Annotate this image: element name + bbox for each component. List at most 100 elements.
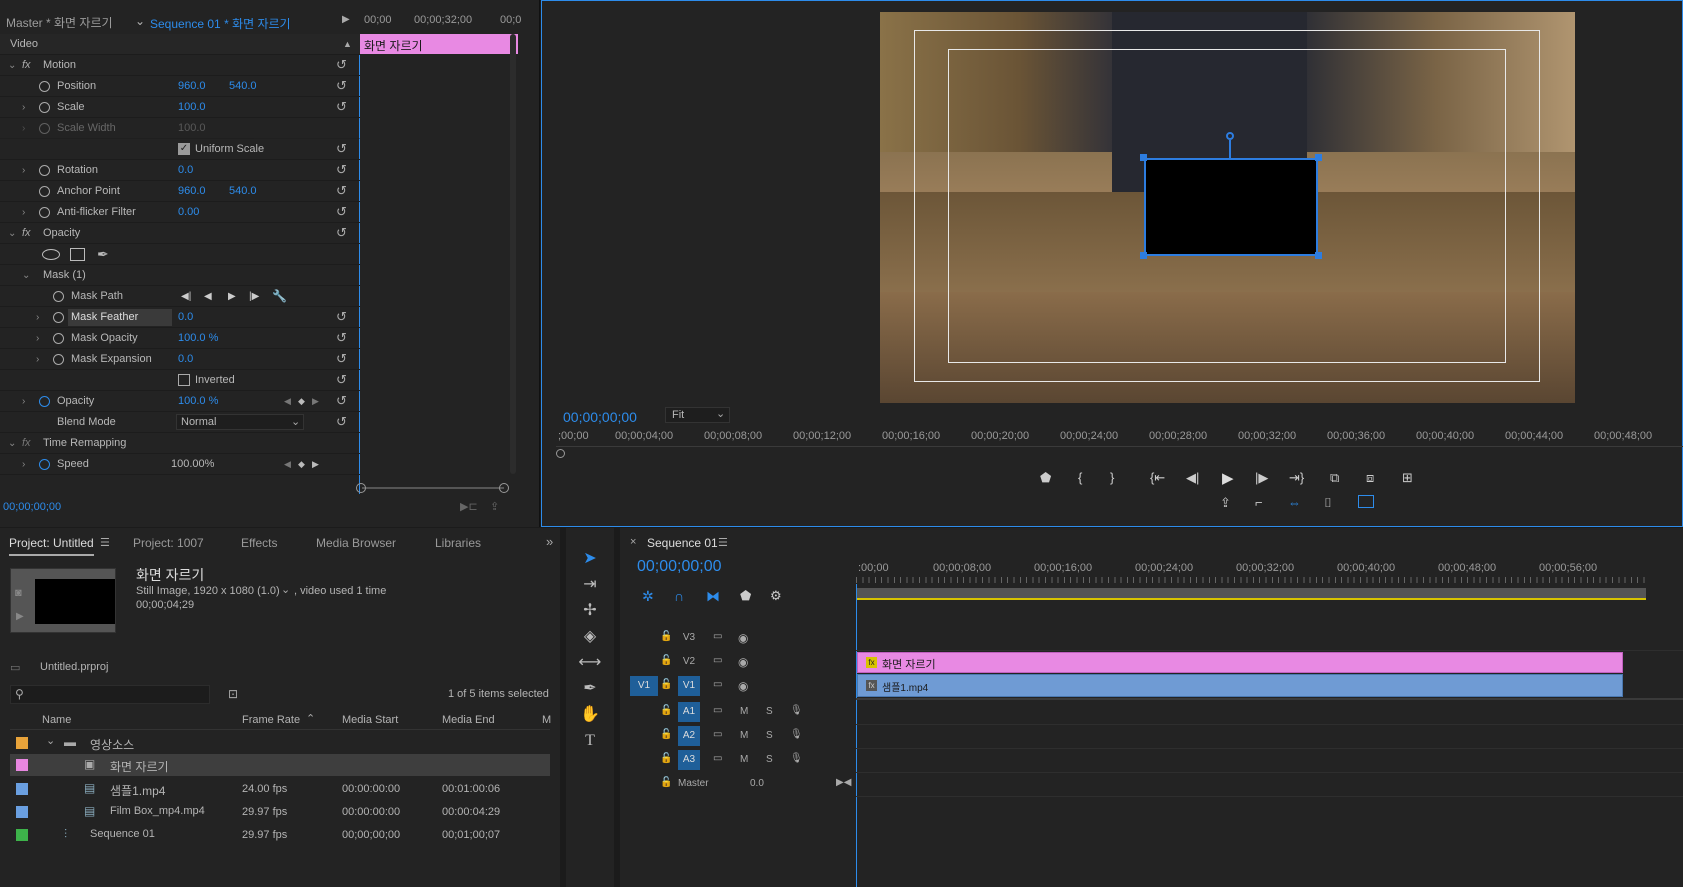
reset-icon[interactable]: ↺ xyxy=(336,79,350,93)
mask-opacity-value[interactable]: 100.0 % xyxy=(178,332,218,344)
overflow-icon[interactable]: » xyxy=(546,534,553,549)
go-to-out-icon[interactable]: ⇥} xyxy=(1289,470,1304,486)
stopwatch-icon[interactable] xyxy=(39,395,50,407)
position-y-value[interactable]: 540.0 xyxy=(229,80,257,92)
eye-icon[interactable]: ◉ xyxy=(738,679,748,693)
search-input[interactable]: ⚲ xyxy=(10,685,210,704)
preview-thumbnail[interactable]: ◙ ▶ xyxy=(10,568,116,633)
mute-button[interactable]: M xyxy=(740,754,748,765)
col-media-end[interactable]: Media End xyxy=(442,714,495,726)
play-icon[interactable]: ▶ xyxy=(1222,469,1234,487)
scale-value[interactable]: 100.0 xyxy=(178,101,206,113)
track-next-frame-icon[interactable]: |▶ xyxy=(249,291,259,302)
reset-icon[interactable]: ↺ xyxy=(336,100,350,114)
linked-selection-icon[interactable]: ⧓ xyxy=(706,588,720,605)
track-select-tool-icon[interactable]: ⇥ xyxy=(578,574,602,596)
reset-icon[interactable]: ↺ xyxy=(336,58,350,72)
lift-icon[interactable]: ⧉ xyxy=(1330,470,1339,486)
stopwatch-icon[interactable] xyxy=(39,185,50,197)
tab-project-1007[interactable]: Project: 1007 xyxy=(133,536,204,550)
stopwatch-icon[interactable] xyxy=(39,458,50,470)
collapse-arrow-icon[interactable]: ▲ xyxy=(343,39,352,49)
track-forward-icon[interactable]: ▶ xyxy=(228,291,236,302)
play-arrow-icon[interactable]: ▶ xyxy=(342,14,350,25)
timeline-playhead[interactable] xyxy=(856,584,857,887)
reset-icon[interactable]: ↺ xyxy=(336,331,350,345)
extract-icon[interactable]: ⧈ xyxy=(1366,470,1374,486)
slip-tool-icon[interactable]: ⟷ xyxy=(578,652,602,674)
program-timecode[interactable]: 00;00;00;00 xyxy=(563,409,637,425)
play-icon[interactable]: ▶ xyxy=(16,611,24,622)
list-item[interactable]: ▤ Film Box_mp4.mp4 29.97 fps 00:00:00:00… xyxy=(10,801,550,823)
label-color-swatch[interactable] xyxy=(16,829,28,841)
panel-menu-icon[interactable]: ☰ xyxy=(100,536,110,549)
program-playhead[interactable] xyxy=(556,449,565,458)
motion-row[interactable]: ⌄ fx Motion ↺ xyxy=(0,55,360,76)
mask-handle[interactable] xyxy=(1315,252,1322,259)
time-remap-row[interactable]: ⌄ fx Time Remapping xyxy=(0,433,360,454)
eye-icon[interactable]: ◉ xyxy=(738,631,748,645)
source-clip-tab[interactable]: Master * 화면 자르기 xyxy=(6,14,113,31)
next-keyframe-icon[interactable]: ▶ xyxy=(312,396,319,407)
chevron-right-icon[interactable]: › xyxy=(22,207,25,218)
timeline-timecode[interactable]: 00;00;00;00 xyxy=(637,558,722,576)
export-icon[interactable]: ⇪ xyxy=(490,500,499,513)
col-frame-rate[interactable]: Frame Rate xyxy=(242,714,300,726)
next-keyframe-icon[interactable]: ▶ xyxy=(312,459,319,470)
tab-effects[interactable]: Effects xyxy=(241,536,277,550)
lock-icon[interactable]: 🔓 xyxy=(660,705,672,716)
hand-tool-icon[interactable]: ✋ xyxy=(578,704,602,726)
uniform-scale-checkbox[interactable]: ✓ xyxy=(178,143,190,155)
lock-icon[interactable]: 🔓 xyxy=(660,655,672,666)
source-patch-v1[interactable]: V1 xyxy=(630,676,658,696)
timeline-title[interactable]: Sequence 01 xyxy=(647,536,718,550)
ellipse-mask-icon[interactable] xyxy=(42,248,60,260)
solo-button[interactable]: S xyxy=(766,754,773,765)
list-item[interactable]: ⌄ ▬ 영상소스 xyxy=(10,732,550,754)
video-frame[interactable] xyxy=(880,12,1575,403)
prev-keyframe-icon[interactable]: ◀ xyxy=(284,396,291,407)
lock-icon[interactable]: 🔓 xyxy=(660,631,672,642)
sync-lock-icon[interactable]: ▭ xyxy=(713,729,722,740)
ec-zoom-bar[interactable] xyxy=(362,487,504,489)
wrench-icon[interactable]: 🔧 xyxy=(272,289,287,303)
close-icon[interactable]: × xyxy=(630,536,636,548)
track-label[interactable]: A1 xyxy=(678,702,700,722)
list-item[interactable]: ▤ 샘플1.mp4 24.00 fps 00:00:00:00 00:01:00… xyxy=(10,778,550,800)
tab-libraries[interactable]: Libraries xyxy=(435,536,481,550)
toggle-proxy-icon[interactable] xyxy=(1358,495,1374,508)
opacity-section-row[interactable]: ⌄ fx Opacity ↺ xyxy=(0,223,360,244)
chevron-down-icon[interactable]: ⌄ xyxy=(281,583,290,596)
stopwatch-icon[interactable] xyxy=(39,101,50,113)
selection-tool-icon[interactable]: ➤ xyxy=(578,548,602,570)
fit-select[interactable]: Fit ⌄ xyxy=(665,407,730,423)
chevron-right-icon[interactable]: › xyxy=(36,354,39,365)
antiflicker-value[interactable]: 0.00 xyxy=(178,206,199,218)
mute-button[interactable]: M xyxy=(740,706,748,717)
razor-tool-icon[interactable]: ◈ xyxy=(578,626,602,648)
col-m[interactable]: M xyxy=(542,714,551,726)
clip-sample1[interactable]: fx 샘플1.mp4 xyxy=(857,674,1623,697)
chevron-down-icon[interactable]: ⌄ xyxy=(8,228,16,239)
stopwatch-icon[interactable] xyxy=(39,80,50,92)
mask-handle[interactable] xyxy=(1140,252,1147,259)
clip-hwamyeon[interactable]: fx 화면 자르기 xyxy=(857,652,1623,673)
type-tool-icon[interactable]: T xyxy=(578,730,602,752)
loop-icon[interactable]: ⇔ xyxy=(1288,495,1301,510)
rotation-value[interactable]: 0.0 xyxy=(178,164,193,176)
mask-rectangle[interactable] xyxy=(1144,158,1318,256)
track-label[interactable]: V2 xyxy=(678,656,700,667)
add-marker-icon[interactable]: ⬟ xyxy=(1040,470,1051,486)
mask-handle[interactable] xyxy=(1315,154,1322,161)
list-item-selected[interactable]: ▣ 화면 자르기 xyxy=(10,754,550,776)
rectangle-mask-icon[interactable] xyxy=(70,247,85,261)
chevron-down-icon[interactable]: ⌄ xyxy=(135,14,145,28)
blend-mode-select[interactable]: Normal ⌄ xyxy=(176,414,304,430)
microphone-icon[interactable]: 🎙 xyxy=(790,729,803,740)
chevron-right-icon[interactable]: › xyxy=(36,333,39,344)
solo-button[interactable]: S xyxy=(766,706,773,717)
reset-icon[interactable]: ↺ xyxy=(336,415,350,429)
sync-lock-icon[interactable]: ▭ xyxy=(713,679,722,690)
pen-mask-icon[interactable]: ✒ xyxy=(97,246,109,263)
track-label[interactable]: V1 xyxy=(678,676,700,696)
